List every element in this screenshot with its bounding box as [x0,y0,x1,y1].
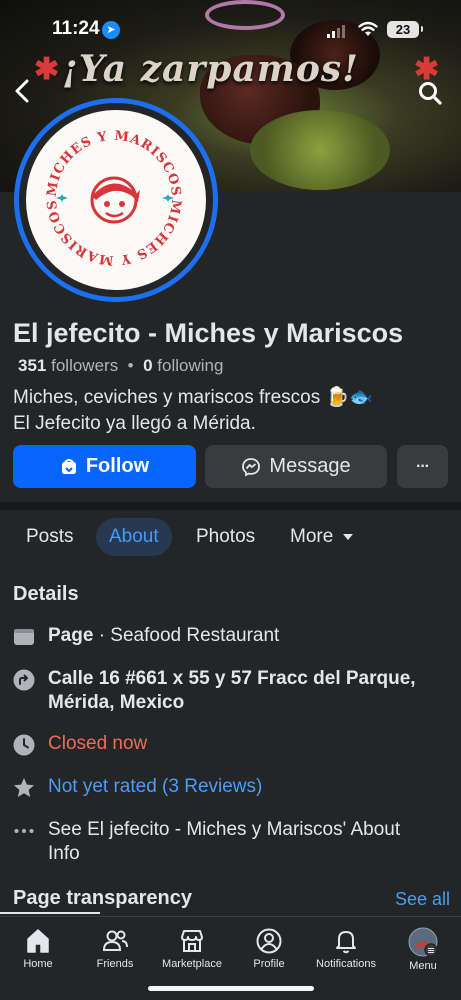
bio-line: Miches, ceviches y mariscos frescos 🍺🐟 [13,387,373,408]
page-bio: Miches, ceviches y mariscos frescos 🍺🐟 E… [13,385,373,437]
follow-stats: 351 followers • 0 following [18,356,223,376]
clock-icon [13,734,35,756]
tabbar-menu[interactable]: Menu [383,927,461,972]
tabbar-profile[interactable]: Profile [229,927,309,970]
profile-icon [256,928,282,954]
tabbar-label: Friends [96,958,134,970]
tabbar-home[interactable]: Home [0,927,78,970]
status-bar: 11:24 ➤ 23 [0,18,461,48]
follow-button[interactable]: Follow [13,445,196,488]
see-about-line: Info [48,843,80,864]
scroll-indicator [0,912,100,914]
menu-avatar-icon [408,927,438,957]
page-label: Page [48,625,94,646]
search-button[interactable] [417,80,445,108]
wifi-icon [358,21,378,36]
friends-icon [102,930,128,951]
following-label[interactable]: following [157,356,223,375]
detail-address[interactable]: Calle 16 #661 x 55 y 57 Fracc del Parque… [13,667,416,715]
bio-line: El Jefecito ya llegó a Mérida. [13,413,256,434]
tabbar-label: Profile [253,958,285,970]
rating-link[interactable]: Not yet rated (3 Reviews) [48,775,262,799]
tab-more-label: More [290,526,334,547]
hours-status: Closed now [48,733,148,754]
tabbar-notifications[interactable]: Notifications [306,927,386,970]
tab-about[interactable]: About [96,518,172,556]
search-icon [419,82,442,105]
home-icon [27,929,49,953]
location-arrow-icon: ➤ [102,21,120,39]
directions-icon [13,669,35,691]
battery-icon: 23 [387,21,423,38]
logo-graphic: MICHES Y MARISCOS MICHES Y MARISCOS [45,129,183,268]
tabbar-marketplace[interactable]: Marketplace [152,927,232,970]
tab-posts[interactable]: Posts [13,518,87,556]
see-all-link[interactable]: See all [395,889,450,910]
restaurant-logo: MICHES Y MARISCOS MICHES Y MARISCOS [26,110,206,290]
status-time: 11:24 [52,18,100,39]
message-label: Message [269,455,351,477]
tabbar-label: Marketplace [162,958,222,970]
home-indicator [148,986,314,991]
tabbar-label: Menu [409,960,437,972]
see-about-line: See El jefecito - Miches y Mariscos' Abo… [48,819,401,840]
star-icon [14,778,34,797]
stats-separator: • [127,356,134,375]
profile-avatar[interactable]: MICHES Y MARISCOS MICHES Y MARISCOS [14,98,218,302]
followers-label[interactable]: followers [51,356,118,375]
tabbar-label: Home [23,958,53,970]
follow-label: Follow [85,455,150,477]
tab-more[interactable]: More [277,518,367,556]
page-transparency-heading: Page transparency [13,887,192,909]
profile-tabs: Posts About Photos More [0,518,461,556]
tabbar-friends[interactable]: Friends [75,927,155,970]
cellular-signal-icon [327,25,345,38]
back-button[interactable] [14,78,30,109]
star-decoration-icon: ✱ [34,53,60,86]
messenger-icon [242,457,261,477]
address-line: Mérida, Mexico [48,692,185,713]
detail-see-about[interactable]: See El jefecito - Miches y Mariscos' Abo… [13,818,400,866]
pirate-face-icon [90,176,140,224]
more-options-button[interactable]: ··· [397,445,448,488]
message-button[interactable]: Message [205,445,387,488]
cover-decor [250,110,390,190]
cover-headline: ¡Ya zarpamos! [62,48,359,90]
bell-icon [336,931,356,954]
caret-down-icon [342,534,353,540]
avatar-ring: MICHES Y MARISCOS MICHES Y MARISCOS [19,103,213,297]
chevron-left-icon [15,79,29,103]
marketplace-icon [181,930,203,952]
detail-hours[interactable]: Closed now [13,732,147,756]
address-line: Calle 16 #661 x 55 y 57 Fracc del Parque… [48,668,416,689]
flag-icon [14,629,34,645]
more-dots-icon: ··· [416,457,430,475]
followers-count[interactable]: 351 [18,356,46,375]
tab-photos[interactable]: Photos [183,518,268,556]
following-count[interactable]: 0 [143,356,152,375]
section-divider [0,502,461,510]
page-category: · Seafood Restaurant [93,625,280,646]
detail-rating[interactable]: Not yet rated (3 Reviews) [13,775,262,799]
page-title: El jefecito - Miches y Mariscos [13,318,404,348]
detail-page-category: Page · Seafood Restaurant [13,624,279,648]
details-heading: Details [13,583,79,605]
more-horizontal-icon [14,829,34,833]
follow-icon [61,458,76,474]
tabbar-label: Notifications [316,958,376,970]
